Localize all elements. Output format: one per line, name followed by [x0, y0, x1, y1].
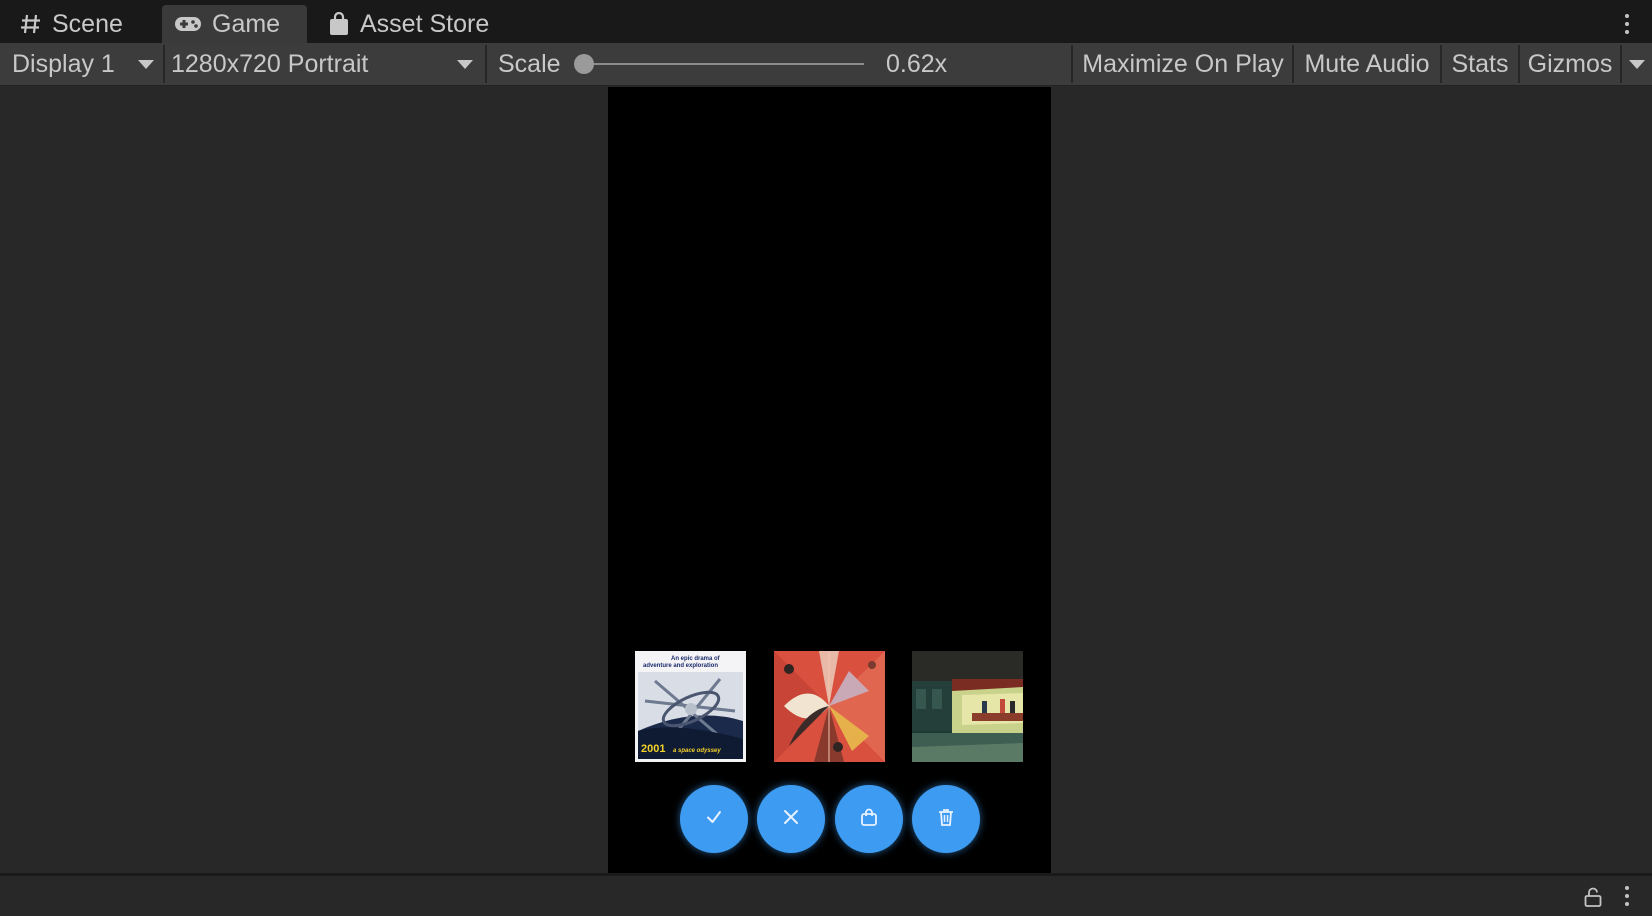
scale-slider[interactable] — [574, 53, 874, 75]
bag-button[interactable] — [835, 785, 903, 853]
lock-icon[interactable] — [1584, 887, 1602, 912]
status-menu-kebab-icon[interactable] — [1625, 886, 1629, 906]
tab-game[interactable]: Game — [162, 5, 307, 43]
status-bar — [0, 873, 1652, 916]
tab-label: Asset Store — [360, 9, 490, 38]
chevron-down-icon — [1629, 59, 1645, 69]
gamepad-icon — [174, 15, 202, 33]
poster-tagline-line: adventure and exploration — [643, 663, 718, 669]
scale-label: Scale — [498, 49, 561, 78]
game-render-area[interactable]: An epic drama of adventure and explorati… — [608, 87, 1051, 873]
resolution-select[interactable]: 1280x720 Portrait — [165, 43, 485, 85]
scale-value: 0.62x — [886, 49, 948, 78]
hash-icon — [20, 13, 42, 35]
tab-asset-store[interactable]: Asset Store — [316, 5, 506, 43]
mute-audio-toggle[interactable]: Mute Audio — [1294, 43, 1440, 85]
confirm-button[interactable] — [680, 785, 748, 853]
poster-tagline-line: An epic drama of — [671, 656, 721, 662]
resolution-select-value: 1280x720 Portrait — [171, 49, 369, 78]
delete-button[interactable] — [912, 785, 980, 853]
poster-title: 2001 — [641, 743, 665, 755]
thumbnail-nighthawks[interactable] — [912, 651, 1023, 762]
tab-label: Game — [212, 9, 281, 38]
chevron-down-icon — [138, 59, 154, 69]
cancel-button[interactable] — [757, 785, 825, 853]
shopping-bag-icon — [328, 12, 350, 36]
stats-toggle[interactable]: Stats — [1442, 43, 1518, 85]
shopping-bag-icon — [859, 807, 879, 832]
maximize-on-play-toggle[interactable]: Maximize On Play — [1074, 43, 1292, 85]
check-icon — [704, 807, 724, 832]
close-icon — [781, 807, 801, 832]
display-select[interactable]: Display 1 — [0, 43, 162, 85]
thumbnail-space-odyssey[interactable]: An epic drama of adventure and explorati… — [635, 651, 746, 762]
editor-tab-bar: Scene Game Asset Store — [0, 0, 1652, 43]
trash-icon — [936, 807, 956, 832]
tab-scene[interactable]: Scene — [0, 5, 160, 43]
chevron-down-icon — [457, 59, 473, 69]
scale-slider-thumb[interactable] — [574, 54, 594, 74]
tab-menu-kebab-icon[interactable] — [1625, 14, 1629, 34]
scale-slider-track — [582, 63, 864, 65]
game-view-toolbar: Display 1 1280x720 Portrait Scale 0.62x … — [0, 43, 1652, 86]
gizmos-toggle[interactable]: Gizmos — [1520, 43, 1620, 85]
poster-subtitle: a space odyssey — [673, 748, 721, 754]
gizmos-dropdown[interactable] — [1622, 43, 1652, 85]
display-select-value: Display 1 — [12, 49, 115, 78]
tab-label: Scene — [52, 9, 123, 38]
thumbnail-abstract-art[interactable] — [774, 651, 885, 762]
